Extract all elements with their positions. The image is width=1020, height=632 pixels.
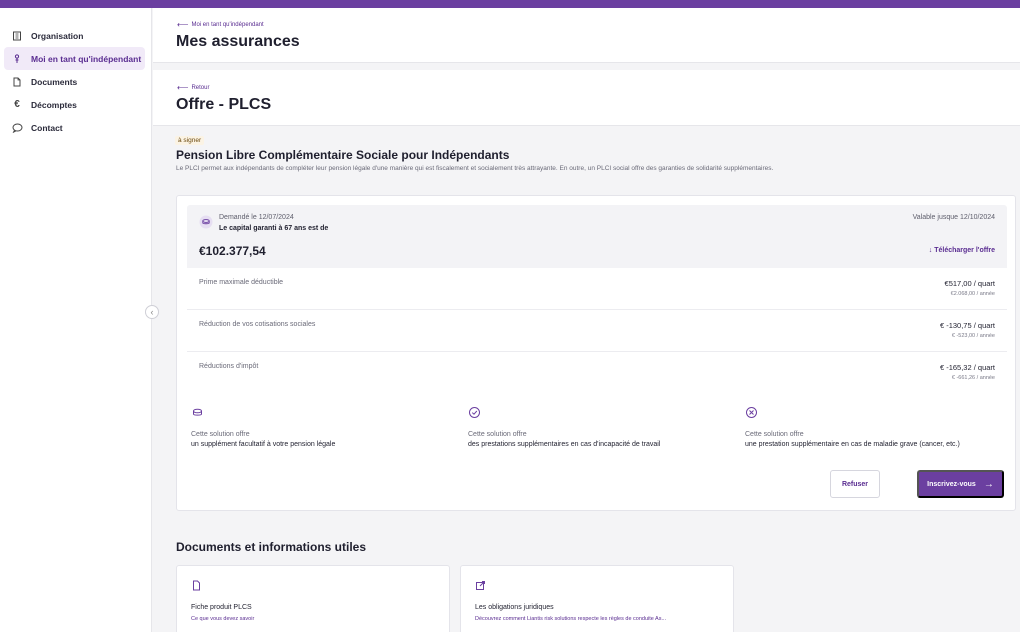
document-card-product-sheet[interactable]: Fiche produit PLCS Ce que vous devez sav… [176, 565, 450, 632]
offer-summary-header: Demandé le 12/07/2024 Le capital garanti… [187, 205, 1007, 268]
chat-icon [10, 121, 24, 135]
person-icon [10, 52, 24, 66]
offer-details: Prime maximale déductible €517,00 / quar… [187, 268, 1007, 394]
feature-title: Cette solution offre [468, 431, 527, 438]
sidebar-item-label: Décomptes [31, 99, 77, 110]
detail-label: Réduction de vos cotisations sociales [199, 321, 316, 328]
back-link-label: Retour [191, 84, 210, 91]
detail-row: Réduction de vos cotisations sociales € … [187, 310, 1007, 352]
documents-section-title: Documents et informations utiles [176, 540, 367, 554]
sidebar-item-label: Organisation [31, 30, 84, 41]
offer-content: à signer Pension Libre Complémentaire So… [153, 126, 1020, 632]
detail-year-value: € -523,00 / année [951, 333, 995, 339]
valid-until: Valable jusque 12/10/2024 [912, 214, 995, 221]
download-icon: ↓ [928, 247, 933, 254]
coins-icon [191, 406, 204, 419]
offer-summary: Demandé le 12/07/2024 Le capital garanti… [187, 205, 1007, 394]
detail-row: Réductions d'impôt € -165,32 / quart € -… [187, 352, 1007, 394]
sidebar-item-contact[interactable]: Contact [4, 116, 145, 139]
guaranteed-capital-amount: €102.377,54 [199, 244, 266, 258]
detail-quarter-value: € -165,32 / quart [939, 363, 995, 372]
external-link-icon [475, 578, 486, 590]
document-description: Découvrez comment Liantis risk solutions… [475, 616, 667, 622]
euro-icon: € [14, 99, 20, 110]
document-description: Ce que vous devez savoir [191, 616, 255, 622]
back-link-self-employed[interactable]: ⟵ Moi en tant qu'indépendant [177, 20, 264, 29]
chevron-left-icon: ‹ [150, 307, 154, 317]
status-badge: à signer [175, 136, 205, 145]
feature-serious-illness: Cette solution offre une prestation supp… [745, 406, 1005, 448]
detail-row: Prime maximale déductible €517,00 / quar… [187, 268, 1007, 310]
subscribe-button[interactable]: Inscrivez-vous → [917, 470, 1004, 498]
arrow-right-icon: → [983, 478, 994, 490]
sidebar: Organisation Moi en tant qu'indépendant … [0, 8, 152, 632]
document-card-legal-obligations[interactable]: Les obligations juridiques Découvrez com… [460, 565, 734, 632]
arrow-left-icon: ⟵ [177, 83, 189, 92]
back-link-retour[interactable]: ⟵ Retour [177, 83, 209, 92]
feature-title: Cette solution offre [745, 431, 804, 438]
sidebar-item-label: Moi en tant qu'indépendant [31, 53, 142, 64]
detail-year-value: € -661,26 / année [951, 375, 995, 381]
medical-circle-icon [745, 406, 758, 419]
sidebar-item-label: Documents [31, 76, 78, 87]
detail-quarter-value: €517,00 / quart [944, 279, 995, 288]
page-title: Mes assurances [176, 33, 300, 50]
feature-pension-supplement: Cette solution offre un supplément facul… [191, 406, 451, 448]
file-icon [191, 578, 202, 591]
sidebar-item-organisation[interactable]: Organisation [4, 24, 145, 47]
document-icon [10, 75, 24, 89]
sidebar-item-label: Contact [31, 122, 63, 133]
detail-label: Réductions d'impôt [199, 363, 259, 370]
top-accent-bar [0, 0, 1020, 8]
page-header: ⟵ Moi en tant qu'indépendant Mes assuran… [153, 8, 1020, 63]
subscribe-label: Inscrivez-vous [927, 480, 976, 488]
feature-incapacity: Cette solution offre des prestations sup… [468, 406, 728, 448]
detail-label: Prime maximale déductible [199, 279, 284, 286]
download-offer-link[interactable]: ↓ Télécharger l'offre [929, 247, 995, 254]
back-link-label: Moi en tant qu'indépendant [191, 21, 264, 28]
capital-label: Le capital garanti à 67 ans est de [219, 225, 329, 232]
sidebar-item-self-employed[interactable]: Moi en tant qu'indépendant [4, 47, 145, 70]
product-title: Pension Libre Complémentaire Sociale pou… [176, 148, 510, 162]
feature-title: Cette solution offre [191, 431, 250, 438]
detail-quarter-value: € -130,75 / quart [939, 321, 995, 330]
sidebar-item-documents[interactable]: Documents [4, 70, 145, 93]
offer-title: Offre - PLCS [176, 96, 272, 113]
refuse-button[interactable]: Refuser [830, 470, 880, 498]
offer-header: ⟵ Retour Offre - PLCS [153, 70, 1020, 126]
product-description: Le PLCI permet aux indépendants de compl… [176, 165, 774, 172]
offer-card: Demandé le 12/07/2024 Le capital garanti… [176, 195, 1016, 511]
document-title: Fiche produit PLCS [191, 604, 252, 611]
building-icon [10, 29, 24, 43]
document-title: Les obligations juridiques [475, 604, 554, 611]
collapse-sidebar-button[interactable]: ‹ [145, 305, 159, 319]
check-circle-icon [468, 406, 481, 419]
download-label: Télécharger l'offre [934, 247, 995, 254]
feature-description: une prestation supplémentaire en cas de … [745, 441, 960, 448]
feature-description: des prestations supplémentaires en cas d… [468, 441, 661, 448]
requested-date: Demandé le 12/07/2024 [219, 214, 294, 221]
arrow-left-icon: ⟵ [177, 20, 189, 29]
coins-icon [199, 215, 213, 229]
main-content: ⟵ Moi en tant qu'indépendant Mes assuran… [153, 8, 1020, 632]
detail-year-value: €2.068,00 / année [950, 291, 995, 297]
sidebar-item-decomptes[interactable]: € Décomptes [4, 93, 145, 116]
feature-description: un supplément facultatif à votre pension… [191, 441, 336, 448]
